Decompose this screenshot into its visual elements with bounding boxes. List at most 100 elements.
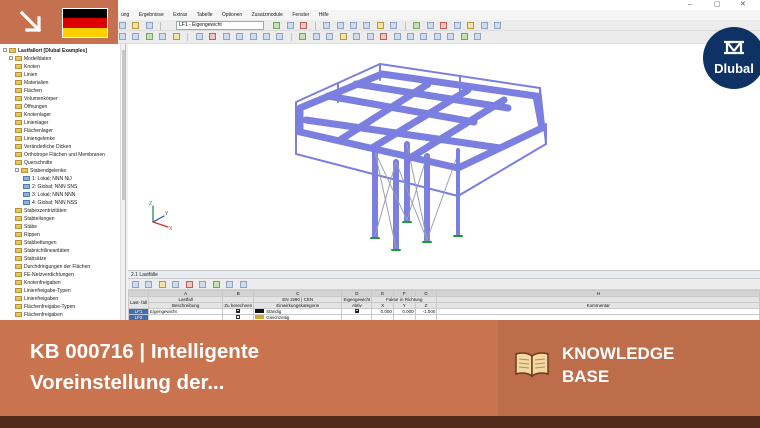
load-icon[interactable] [222, 33, 230, 40]
tree-item[interactable]: Linienlager [15, 119, 48, 127]
save-icon[interactable] [145, 22, 153, 29]
undo-icon[interactable] [393, 33, 401, 40]
help-icon[interactable] [474, 33, 482, 40]
report-icon[interactable] [433, 33, 441, 40]
tree-item[interactable]: Flächenfreigaben [15, 311, 63, 319]
minimize-icon[interactable]: – [688, 0, 692, 9]
menu-item[interactable]: Extras [173, 12, 187, 18]
tree-item[interactable]: Stabnichtlinearitäten [15, 247, 69, 255]
maximize-icon[interactable]: ▢ [714, 0, 721, 9]
calculate-checkbox[interactable] [236, 315, 241, 319]
tree-item[interactable]: Stabbettungen [15, 239, 57, 247]
menu-item[interactable]: Hilfe [319, 12, 329, 18]
copy-icon[interactable] [249, 33, 257, 40]
view-iso-icon[interactable] [323, 22, 331, 29]
tree-item[interactable]: Stäbe [15, 223, 37, 231]
move-icon[interactable] [236, 33, 244, 40]
redo-icon[interactable] [406, 33, 414, 40]
calculate-checkbox[interactable] [236, 309, 241, 313]
view-y-icon[interactable] [349, 22, 357, 29]
tree-item[interactable]: FE-Netzverdichtungen [15, 271, 74, 279]
tree-item[interactable]: Knotenlager [15, 111, 51, 119]
hinge-icon[interactable] [209, 33, 217, 40]
view-z-icon[interactable] [363, 22, 371, 29]
table-nav-icon[interactable] [132, 281, 139, 288]
table-sort-icon[interactable] [226, 281, 234, 288]
tree-item[interactable]: Öffnungen [15, 103, 47, 111]
load-case-select[interactable]: LF1 - Eigengewicht [176, 21, 264, 30]
select-icon[interactable] [119, 33, 126, 40]
active-checkbox[interactable] [354, 309, 359, 313]
menu-item[interactable]: Ergebnisse [139, 12, 164, 18]
table-delete-icon[interactable] [185, 281, 193, 288]
table-view-icon[interactable] [239, 281, 247, 288]
tree-root[interactable]: Lastfallort [Dlubal Examples] [3, 47, 87, 55]
tree-item[interactable]: 2: Global; NNN SNS [23, 183, 77, 191]
delete-icon[interactable] [380, 33, 388, 40]
zoom-icon[interactable] [376, 22, 384, 29]
results-diagram-icon[interactable] [300, 22, 308, 29]
tree-item[interactable]: Linien [15, 71, 37, 79]
mirror-icon[interactable] [276, 33, 284, 40]
menu-item[interactable]: ung [121, 12, 129, 18]
close-icon[interactable]: ✕ [740, 0, 746, 9]
table-import-icon[interactable] [212, 281, 220, 288]
surface-icon[interactable] [172, 33, 180, 40]
tree-item[interactable]: Linienfreigabe-Typen [15, 287, 71, 295]
new-file-icon[interactable] [119, 22, 126, 29]
tree-item[interactable]: Stabendgelenke [15, 167, 66, 175]
menu-item[interactable]: Zusatzmodule [252, 12, 283, 18]
table-filter-icon[interactable] [158, 281, 166, 288]
export-icon[interactable] [460, 33, 468, 40]
open-folder-icon[interactable] [132, 22, 140, 29]
tree-item[interactable]: Knoten [15, 63, 40, 71]
tree-item[interactable]: Stabsätze [15, 255, 46, 263]
navigator-scrollbar[interactable] [120, 44, 125, 320]
grid-icon[interactable] [299, 33, 307, 40]
table-icon[interactable] [447, 33, 455, 40]
print-icon[interactable] [420, 33, 428, 40]
table-export-icon[interactable] [199, 281, 207, 288]
visibility-icon[interactable] [453, 22, 461, 29]
support-icon[interactable] [195, 33, 203, 40]
tree-item[interactable]: 4: Global; NNN NSS [23, 199, 77, 207]
tree-item[interactable]: Materialien [15, 79, 48, 87]
tree-item[interactable]: 1: Lokal; NNN NiJ [23, 175, 72, 183]
snap-icon[interactable] [312, 33, 320, 40]
tree-item[interactable]: Rippen [15, 231, 40, 239]
measure-icon[interactable] [353, 33, 361, 40]
model-viewport[interactable]: Z X Y [128, 44, 760, 270]
tree-item[interactable]: 3: Lokal; NNN NNN [23, 191, 75, 199]
filter-icon[interactable] [467, 22, 475, 29]
tree-item[interactable]: Modelldaten [9, 55, 51, 63]
node-icon[interactable] [132, 33, 140, 40]
tree-item[interactable]: Durchdringungen der Flächen [15, 263, 90, 271]
tree-item[interactable]: Flächenlager [15, 127, 53, 135]
section-icon[interactable] [440, 22, 448, 29]
rotate-icon[interactable] [262, 33, 270, 40]
dimension-icon[interactable] [339, 33, 347, 40]
menu-item[interactable]: Optionen [222, 12, 242, 18]
line-icon[interactable] [145, 33, 153, 40]
guide-line-icon[interactable] [366, 33, 374, 40]
view-x-icon[interactable] [336, 22, 344, 29]
tree-item[interactable]: Veränderliche Dicken [15, 143, 71, 151]
display-icon[interactable] [480, 22, 488, 29]
results-icon[interactable] [286, 22, 294, 29]
zoom-all-icon[interactable] [390, 22, 398, 29]
member-icon[interactable] [159, 33, 167, 40]
calculate-icon[interactable] [273, 22, 281, 29]
tree-item[interactable]: Volumenkörper [15, 95, 58, 103]
tree-item[interactable]: Liniengelenke [15, 135, 55, 143]
render-icon[interactable] [413, 22, 421, 29]
menu-item[interactable]: Tabelle [197, 12, 213, 18]
tree-item[interactable]: Querschnitte [15, 159, 52, 167]
tree-item[interactable]: Knotenfreigaben [15, 279, 61, 287]
table-copy-icon[interactable] [172, 281, 180, 288]
tree-item[interactable]: Stabteilungen [15, 215, 55, 223]
tree-item[interactable]: Linienfreigaben [15, 295, 58, 303]
table-edit-icon[interactable] [145, 281, 153, 288]
menu-item[interactable]: Fenster [292, 12, 309, 18]
tree-item[interactable]: Stabexzentrizitäten [15, 207, 67, 215]
tree-item[interactable]: Orthotrope Flächen und Membranen [15, 151, 105, 159]
